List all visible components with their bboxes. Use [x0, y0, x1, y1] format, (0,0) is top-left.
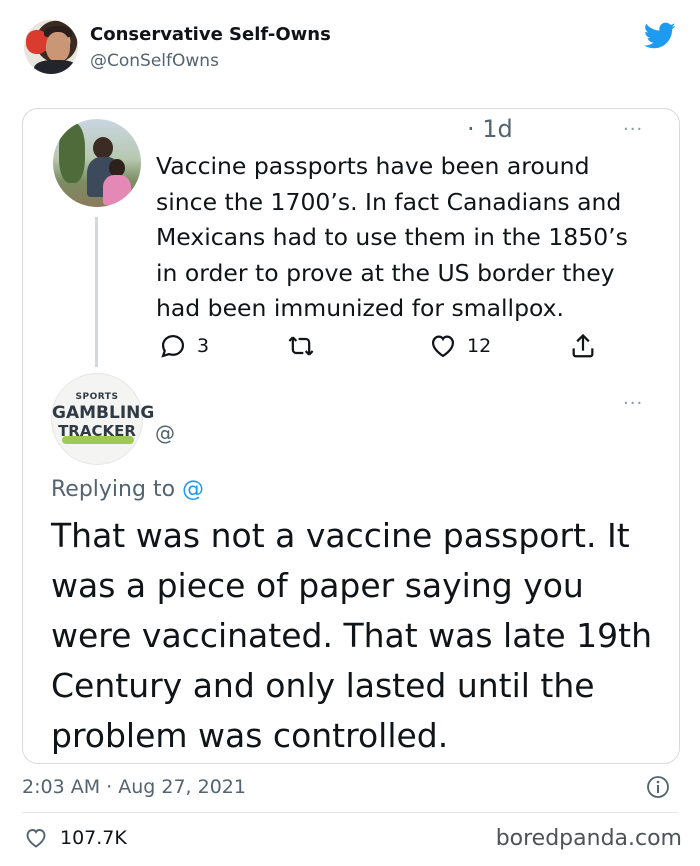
avatar-logo-line-1: SPORTS — [75, 392, 119, 402]
tweet-timestamp[interactable]: 2:03 AM · Aug 27, 2021 — [22, 776, 246, 798]
watermark: boredpanda.com — [495, 826, 682, 851]
info-icon[interactable] — [646, 775, 670, 799]
share-icon — [572, 333, 594, 358]
retweet-action[interactable] — [287, 329, 315, 363]
heart-icon — [431, 335, 455, 358]
embedded-screenshot-card: · 1d ··· Vaccine passports have been aro… — [22, 108, 680, 764]
reply-count: 3 — [197, 335, 210, 357]
footer-divider — [22, 812, 678, 813]
reply-more-icon[interactable]: ··· — [623, 393, 643, 414]
avatar-logo-bar — [62, 436, 134, 444]
quoted-user-avatar[interactable] — [53, 119, 141, 207]
share-action[interactable] — [569, 329, 597, 363]
reply-user-avatar[interactable]: SPORTS GAMBLING TRACKER — [51, 373, 155, 465]
reply-action[interactable]: 3 — [159, 329, 209, 363]
thread-connector-line — [95, 217, 98, 367]
avatar-logo-line-2: GAMBLING — [52, 403, 155, 423]
retweet-icon — [288, 336, 314, 356]
replying-to-line: Replying to @ — [51, 477, 204, 502]
author-handle[interactable]: @ConSelfOwns — [90, 51, 219, 71]
quoted-tweet-time[interactable]: · 1d — [467, 115, 513, 143]
tweet-header: Conservative Self-Owns @ConSelfOwns — [24, 20, 676, 82]
author-display-name[interactable]: Conservative Self-Owns — [90, 24, 331, 45]
heart-icon — [26, 829, 46, 848]
author-avatar[interactable] — [24, 20, 78, 74]
like-count: 12 — [467, 335, 492, 357]
like-count-total: 107.7K — [60, 827, 127, 849]
twitter-bird-icon — [644, 22, 676, 49]
reply-tweet-text: That was not a vaccine passport. It was … — [51, 516, 653, 755]
reply-user-handle[interactable]: @ — [155, 421, 175, 445]
like-action[interactable]: 12 — [429, 329, 491, 363]
quoted-tweet-text: Vaccine passports have been around since… — [156, 152, 628, 322]
reply-icon — [161, 334, 185, 358]
quoted-tweet-actions: 3 12 — [159, 329, 629, 363]
replying-to-label: Replying to — [51, 477, 183, 502]
replying-to-handle[interactable]: @ — [182, 477, 204, 502]
quoted-more-icon[interactable]: ··· — [623, 119, 643, 140]
tweet-likes[interactable]: 107.7K — [24, 826, 127, 850]
